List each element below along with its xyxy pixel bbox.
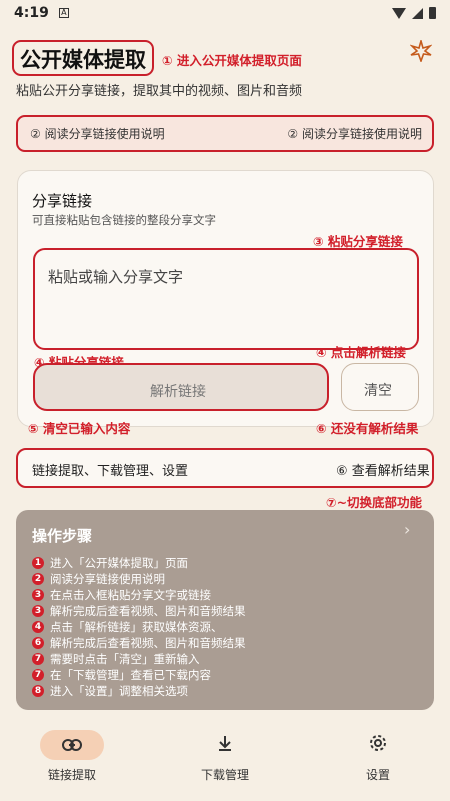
share-text-input[interactable] (33, 248, 419, 350)
signal-icon (412, 7, 423, 19)
share-input-placeholder: 粘贴或输入分享文字 (48, 268, 184, 286)
nav-pill (346, 730, 410, 760)
step-text: 在「下载管理」查看已下载内容 (50, 668, 211, 682)
step-number-badge: 6 (32, 637, 44, 649)
step-item: 7 需要时点击「清空」重新输入 (32, 651, 200, 667)
annotation-6-right: ⑥ 还没有解析结果 (316, 421, 419, 436)
spark-icon[interactable] (409, 38, 433, 64)
step-item: 8 进入「设置」调整相关选项 (32, 683, 188, 699)
clear-label: 清空 (364, 383, 392, 399)
annotation-1: ① 进入公开媒体提取页面 (162, 53, 302, 68)
page-subtitle: 粘贴公开分享链接，提取其中的视频、图片和音频 (16, 84, 303, 99)
links-row-right: ⑥ 查看解析结果 (336, 464, 430, 479)
nav-download-label: 下载管理 (200, 768, 249, 782)
nav-active-pill (40, 730, 104, 760)
status-time: 4:19 (14, 5, 49, 21)
step-text: 进入「设置」调整相关选项 (50, 684, 188, 698)
step-number-badge: 7 (32, 653, 44, 665)
step-item: 7 在「下载管理」查看已下载内容 (32, 667, 211, 683)
step-number-badge: 8 (32, 685, 44, 697)
share-card-title: 分享链接 (32, 192, 93, 210)
steps-title: 操作步骤 (32, 527, 93, 545)
usage-guide-left: ② 阅读分享链接使用说明 (30, 127, 165, 141)
nav-download-manager[interactable]: 下载管理 (165, 730, 285, 783)
status-bar: 4:19 A (0, 0, 450, 26)
step-text: 解析完成后查看视频、图片和音频结果 (50, 604, 246, 618)
gear-icon (368, 733, 388, 757)
step-item: 3 在点击入框粘贴分享文字或链接 (32, 587, 211, 603)
wifi-icon (392, 7, 406, 19)
nav-settings-label: 设置 (365, 768, 390, 782)
step-number-badge: 7 (32, 669, 44, 681)
step-text: 在点击入框粘贴分享文字或链接 (50, 588, 211, 602)
links-row-left: 链接提取、下载管理、设置 (32, 464, 189, 479)
step-text: 点击「解析链接」获取媒体资源、 (50, 620, 223, 634)
step-item: 2 阅读分享链接使用说明 (32, 571, 165, 587)
nav-pill (193, 730, 257, 760)
share-card-subtitle: 可直接粘贴包含链接的整段分享文字 (32, 213, 216, 227)
parse-link-label: 解析链接 (150, 384, 206, 400)
step-item: 6 解析完成后查看视频、图片和音频结果 (32, 635, 246, 651)
battery-icon (429, 7, 436, 19)
nav-settings[interactable]: 设置 (318, 730, 438, 783)
step-text: 阅读分享链接使用说明 (50, 572, 165, 586)
nav-link-extract[interactable]: 链接提取 (12, 730, 132, 783)
step-number-badge: 2 (32, 573, 44, 585)
chevron-right-icon: › (404, 520, 411, 539)
annotation-4-right: ④ 点击解析链接 (316, 345, 406, 360)
step-item: 4 点击「解析链接」获取媒体资源、 (32, 619, 223, 635)
step-item: 3 解析完成后查看视频、图片和音频结果 (32, 603, 246, 619)
annotation-5: ⑤ 清空已输入内容 (28, 421, 131, 436)
annotation-7: ⑦~切换底部功能 (326, 495, 423, 510)
step-item: 1 进入「公开媒体提取」页面 (32, 555, 188, 571)
step-text: 进入「公开媒体提取」页面 (50, 556, 188, 570)
page-title: 公开媒体提取 (20, 48, 146, 72)
step-number-badge: 3 (32, 589, 44, 601)
usage-guide-right: ② 阅读分享链接使用说明 (287, 127, 422, 141)
step-number-badge: 3 (32, 605, 44, 617)
sim-icon: A (58, 8, 69, 18)
nav-link-extract-label: 链接提取 (47, 768, 96, 782)
step-text: 解析完成后查看视频、图片和音频结果 (50, 636, 246, 650)
link-icon (62, 736, 82, 755)
status-icons (392, 7, 436, 19)
download-icon (216, 734, 234, 756)
step-number-badge: 1 (32, 557, 44, 569)
step-number-badge: 4 (32, 621, 44, 633)
step-text: 需要时点击「清空」重新输入 (50, 652, 200, 666)
bottom-nav: 链接提取 下载管理 设置 (0, 720, 450, 801)
